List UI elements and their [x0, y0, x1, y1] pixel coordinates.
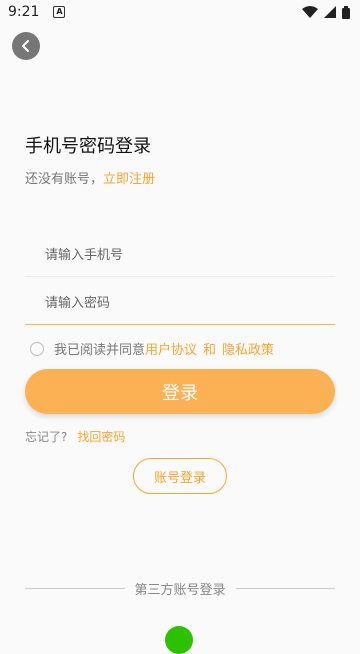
user-agreement-link[interactable]: 用户协议 — [145, 339, 197, 358]
no-account-text: 还没有账号， — [25, 172, 104, 187]
and-text: 和 — [203, 343, 217, 358]
phone-input[interactable]: 请输入手机号 — [25, 230, 335, 277]
status-left: 9:21 A — [8, 4, 66, 20]
page-title: 手机号密码登录 — [25, 136, 151, 157]
back-button[interactable] — [12, 32, 40, 60]
forgot-password-row: 忘记了? 找回密码 — [25, 428, 125, 445]
forgot-text: 忘记了? — [25, 430, 68, 444]
third-party-divider: 第三方账号登录 — [25, 578, 336, 598]
status-right — [302, 5, 350, 19]
third-party-label: 第三方账号登录 — [134, 582, 226, 598]
register-prompt: 还没有账号，立即注册 — [25, 168, 155, 187]
wifi-icon — [302, 6, 318, 18]
privacy-policy-link[interactable]: 隐私政策 — [222, 339, 274, 358]
agreement-checkbox[interactable] — [30, 341, 44, 356]
divider-line-left — [25, 587, 125, 589]
signal-icon — [324, 6, 336, 18]
status-time: 9:21 — [8, 4, 40, 20]
wechat-icon[interactable] — [165, 626, 193, 654]
password-placeholder: 请输入密码 — [45, 295, 111, 311]
chevron-left-icon — [22, 40, 29, 52]
account-login-button[interactable]: 账号登录 — [133, 458, 227, 494]
login-button[interactable]: 登录 — [25, 369, 335, 414]
divider-line-right — [235, 587, 336, 589]
status-bar: 9:21 A — [0, 0, 360, 24]
register-link[interactable]: 立即注册 — [103, 172, 155, 187]
password-input[interactable]: 请输入密码 — [25, 278, 335, 325]
battery-icon — [342, 5, 350, 19]
phone-placeholder: 请输入手机号 — [45, 247, 124, 263]
agreement-row: 我已阅读并同意 用户协议 和 隐私政策 — [30, 339, 274, 358]
agreement-prefix: 我已阅读并同意 — [54, 343, 146, 358]
recover-password-link[interactable]: 找回密码 — [77, 428, 125, 445]
notification-icon: A — [53, 6, 66, 18]
